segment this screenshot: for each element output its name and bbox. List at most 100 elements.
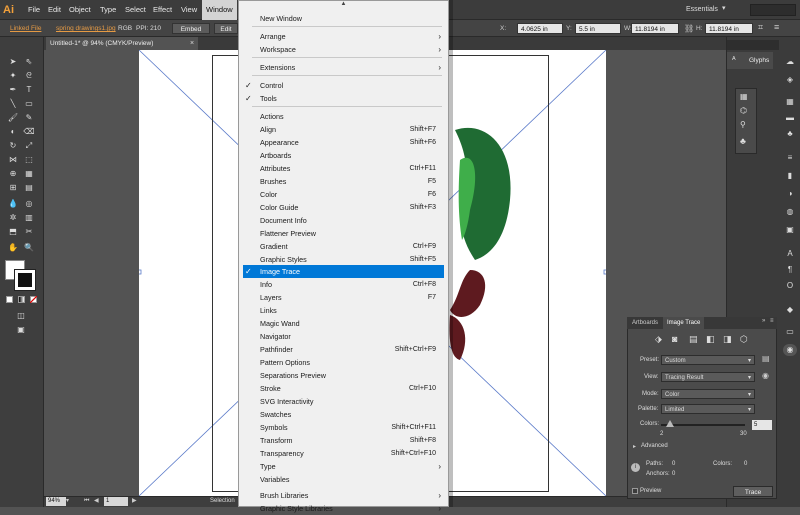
colors-field[interactable]: 5	[752, 420, 772, 430]
artboard-number-field[interactable]: 1	[104, 497, 128, 506]
link-icon[interactable]: ⛓	[684, 24, 694, 33]
menu-item-color-guide[interactable]: Color Guide Shift+F3	[238, 201, 449, 214]
swatches-icon[interactable]: ▦	[783, 96, 797, 108]
previous-artboard-icon[interactable]: ◀	[94, 497, 99, 506]
fill-color-button[interactable]	[6, 296, 13, 303]
menu-window[interactable]: Window	[202, 0, 237, 20]
outline-preset-icon[interactable]: ⬡	[740, 334, 748, 345]
palette-select[interactable]: Limited ▾	[661, 404, 755, 414]
mesh-tool-icon[interactable]: ⊞	[6, 182, 20, 194]
character-icon[interactable]: A	[783, 248, 797, 260]
preset-select[interactable]: Custom ▾	[661, 355, 755, 365]
menu-item-brushes[interactable]: Brushes F5	[238, 175, 449, 188]
document-tab[interactable]: Untitled-1* @ 94% (CMYK/Preview)	[46, 37, 198, 50]
menu-item-symbols[interactable]: Symbols Shift+Ctrl+F11	[238, 421, 449, 434]
draw-mode-icon[interactable]: ◫	[14, 310, 28, 322]
menu-item-appearance[interactable]: Appearance Shift+F6	[238, 136, 449, 149]
high-color-preset-icon[interactable]: ◙	[672, 334, 677, 344]
artboards-icon[interactable]: ▭	[783, 326, 797, 338]
view-select[interactable]: Tracing Result ▾	[661, 372, 755, 382]
pencil-tool-icon[interactable]: ✎	[22, 112, 36, 124]
menu-edit[interactable]: Edit	[44, 0, 65, 20]
view-toggle-icon[interactable]: ◉	[762, 371, 769, 380]
chevron-down-icon[interactable]: ▾	[66, 497, 69, 506]
menu-item-document-info[interactable]: Document Info	[238, 214, 449, 227]
panel-menu-icon[interactable]: ≡	[774, 22, 779, 32]
menu-item-links[interactable]: Links	[238, 304, 449, 317]
collapse-icon[interactable]: »	[762, 318, 765, 324]
menu-item-transform[interactable]: Transform Shift+F8	[238, 434, 449, 447]
advanced-toggle[interactable]: Advanced	[641, 441, 668, 451]
eraser-tool-icon[interactable]: ⌫	[22, 126, 36, 138]
eyedropper-tool-icon[interactable]: 💧	[6, 198, 20, 210]
low-color-preset-icon[interactable]: ▤	[689, 334, 698, 345]
gradient-tool-icon[interactable]: ▤	[22, 182, 36, 194]
disclosure-triangle-icon[interactable]: ▸	[633, 443, 636, 450]
search-input[interactable]	[750, 4, 796, 16]
panel-menu-icon[interactable]: ≡	[770, 318, 774, 324]
menu-item-variables[interactable]: Variables	[238, 473, 449, 486]
screen-mode-icon[interactable]: ▣	[14, 324, 28, 336]
menu-item-workspace[interactable]: Workspace ›	[238, 43, 449, 56]
magic-wand-tool-icon[interactable]: ✦	[6, 70, 20, 82]
none-button[interactable]	[30, 296, 37, 303]
stroke-swatch[interactable]	[14, 269, 36, 291]
selection-tool-icon[interactable]: ➤	[6, 56, 20, 68]
embed-button[interactable]: Embed	[172, 23, 210, 34]
grid-icon[interactable]: ▦	[740, 92, 748, 101]
w-field[interactable]: 11.8194 in	[631, 23, 679, 34]
edit-original-button[interactable]: Edit	[214, 23, 238, 34]
color-guide-icon[interactable]: ◈	[783, 74, 797, 86]
menu-item-align[interactable]: Align Shift+F7	[238, 123, 449, 136]
brushes-icon[interactable]: ▬	[783, 112, 797, 124]
scroll-up-icon[interactable]: ▲	[238, 0, 449, 9]
menu-item-magic-wand[interactable]: Magic Wand	[238, 317, 449, 330]
layers-icon[interactable]: ◆	[783, 304, 797, 316]
preview-checkbox[interactable]	[632, 488, 638, 494]
close-icon[interactable]: ×	[190, 37, 194, 50]
pen-tool-icon[interactable]: ✒	[6, 84, 20, 96]
chevron-down-icon[interactable]: ▾	[722, 4, 726, 12]
artboard-tool-icon[interactable]: ⬒	[6, 226, 20, 238]
menu-item-artboards[interactable]: Artboards	[238, 149, 449, 162]
slice-tool-icon[interactable]: ✂	[22, 226, 36, 238]
stroke-icon[interactable]: ≡	[783, 152, 797, 164]
gradient-button[interactable]	[18, 296, 25, 303]
image-trace-icon[interactable]: ◉	[783, 344, 797, 356]
menu-item-arrange[interactable]: Arrange ›	[238, 30, 449, 43]
menu-item-pattern-options[interactable]: Pattern Options	[238, 356, 449, 369]
appearance-icon[interactable]: ◍	[783, 206, 797, 218]
gradient-icon[interactable]: ▮	[783, 170, 797, 182]
h-field[interactable]: 11.8194 in	[705, 23, 753, 34]
menu-select[interactable]: Select	[121, 0, 150, 20]
club-icon[interactable]: ♣	[740, 136, 746, 146]
black-white-preset-icon[interactable]: ◨	[723, 334, 732, 345]
width-tool-icon[interactable]: ⋈	[6, 154, 20, 166]
rectangle-tool-icon[interactable]: ▭	[22, 98, 36, 110]
zoom-tool-icon[interactable]: 🔍	[22, 242, 36, 254]
menu-item-gradient[interactable]: Gradient Ctrl+F9	[238, 240, 449, 253]
menu-item-pathfinder[interactable]: Pathfinder Shift+Ctrl+F9	[238, 343, 449, 356]
preset-menu-icon[interactable]: ▤	[762, 354, 770, 363]
symbol-sprayer-tool-icon[interactable]: ✲	[6, 212, 20, 224]
next-artboard-icon[interactable]: ▶	[132, 497, 137, 506]
mode-select[interactable]: Color ▾	[661, 389, 755, 399]
menu-item-layers[interactable]: Layers F7	[238, 291, 449, 304]
menu-effect[interactable]: Effect	[149, 0, 176, 20]
menu-item-extensions[interactable]: Extensions ›	[238, 61, 449, 74]
menu-object[interactable]: Object	[65, 0, 95, 20]
menu-item-type[interactable]: Type ›	[238, 460, 449, 473]
paragraph-icon[interactable]: ¶	[783, 264, 797, 276]
menu-item-image-trace[interactable]: ✓ Image Trace	[243, 265, 444, 278]
first-artboard-icon[interactable]: ⏮	[84, 497, 89, 506]
direct-selection-tool-icon[interactable]: ⇖	[22, 56, 36, 68]
line-tool-icon[interactable]: ╲	[6, 98, 20, 110]
tab-artboards[interactable]: Artboards	[628, 317, 662, 329]
zoom-field[interactable]: 94%	[46, 497, 66, 506]
perspective-grid-tool-icon[interactable]: ▦	[22, 168, 36, 180]
colors-slider-thumb[interactable]	[665, 420, 674, 427]
menu-item-actions[interactable]: Actions	[238, 110, 449, 123]
menu-item-control[interactable]: ✓ Control	[238, 79, 449, 92]
blob-brush-tool-icon[interactable]: ◐	[6, 126, 20, 138]
menu-item-swatches[interactable]: Swatches	[238, 408, 449, 421]
